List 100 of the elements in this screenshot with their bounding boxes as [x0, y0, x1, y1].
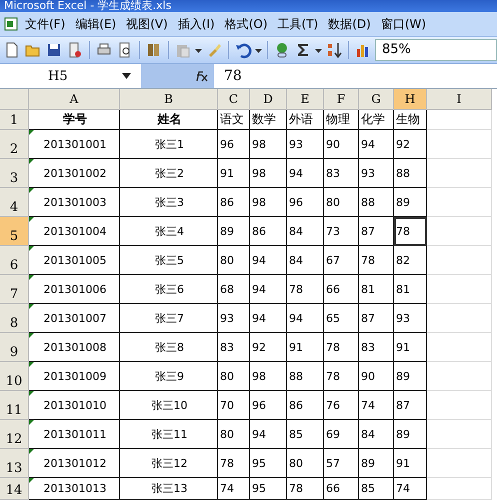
table-cell: 98: [250, 188, 287, 217]
error-indicator-icon: [29, 217, 34, 222]
table-cell: 94: [250, 246, 287, 275]
table-cell: 201301010: [29, 391, 120, 420]
empty-cell: [427, 478, 492, 500]
table-cell: 95: [250, 478, 287, 500]
table-cell: 74: [394, 478, 427, 500]
row-header[interactable]: 4: [0, 188, 29, 217]
menu-item[interactable]: 格式(O): [220, 14, 273, 34]
error-indicator-icon: [29, 478, 34, 483]
error-indicator-icon: [29, 275, 34, 280]
row-header[interactable]: 9: [0, 333, 29, 362]
row-header[interactable]: 12: [0, 420, 29, 449]
row-header[interactable]: 2: [0, 130, 29, 159]
table-cell: 张三3: [120, 188, 218, 217]
column-header[interactable]: H: [394, 89, 427, 110]
table-cell: 201301013: [29, 478, 120, 500]
row-header[interactable]: 3: [0, 159, 29, 188]
column-header[interactable]: G: [359, 89, 394, 110]
table-cell: 67: [324, 246, 359, 275]
table-cell: 78: [324, 333, 359, 362]
column-header[interactable]: I: [427, 89, 492, 110]
table-cell: 91: [287, 333, 324, 362]
table-cell: 92: [394, 130, 427, 159]
row-header[interactable]: 11: [0, 391, 29, 420]
table-cell: 张三6: [120, 275, 218, 304]
table-cell: 张三7: [120, 304, 218, 333]
table-cell: 82: [394, 246, 427, 275]
menu-item[interactable]: 窗口(W): [376, 14, 432, 34]
table-cell: 201301012: [29, 449, 120, 478]
empty-cell: [427, 420, 492, 449]
column-header[interactable]: B: [120, 89, 218, 110]
undo-icon[interactable]: [234, 41, 252, 59]
table-cell: 201301004: [29, 217, 120, 246]
empty-cell: [427, 188, 492, 217]
row-header[interactable]: 1: [0, 110, 29, 130]
empty-cell: [427, 110, 492, 130]
menu-item[interactable]: 工具(T): [272, 14, 324, 34]
empty-cell: [427, 246, 492, 275]
empty-cell: [427, 304, 492, 333]
table-cell: 94: [287, 159, 324, 188]
empty-cell: [427, 130, 492, 159]
table-cell: 201301002: [29, 159, 120, 188]
row-header[interactable]: 8: [0, 304, 29, 333]
table-cell: 92: [250, 333, 287, 362]
column-header[interactable]: D: [250, 89, 287, 110]
table-cell: 89: [394, 362, 427, 391]
row-header[interactable]: 13: [0, 449, 29, 478]
table-cell: 76: [324, 391, 359, 420]
error-indicator-icon: [29, 130, 34, 135]
table-cell: 89: [359, 449, 394, 478]
function-icon[interactable]: [194, 70, 208, 82]
column-header[interactable]: C: [218, 89, 250, 110]
table-cell: 数学: [250, 110, 287, 130]
row-header[interactable]: 14: [0, 478, 29, 500]
row-header[interactable]: 6: [0, 246, 29, 275]
table-cell: 85: [359, 478, 394, 500]
table-cell: 物理: [324, 110, 359, 130]
row-header[interactable]: 7: [0, 275, 29, 304]
table-cell: 93: [287, 130, 324, 159]
table-cell: 83: [218, 333, 250, 362]
error-indicator-icon: [29, 449, 34, 454]
column-header[interactable]: F: [324, 89, 359, 110]
table-cell: 张三5: [120, 246, 218, 275]
table-cell: 95: [250, 449, 287, 478]
row-header[interactable]: 10: [0, 362, 29, 391]
table-cell: 68: [218, 275, 250, 304]
table-cell: 88: [359, 188, 394, 217]
table-cell: 张三13: [120, 478, 218, 500]
table-cell: 94: [287, 304, 324, 333]
empty-cell: [427, 275, 492, 304]
error-indicator-icon: [29, 362, 34, 367]
column-header[interactable]: E: [287, 89, 324, 110]
menu-item[interactable]: 数据(D): [323, 14, 376, 34]
save-icon[interactable]: [45, 41, 63, 59]
row-header[interactable]: 5: [0, 217, 29, 246]
workbook-icon[interactable]: [2, 15, 20, 33]
table-cell: 69: [324, 420, 359, 449]
table-cell: 78: [218, 449, 250, 478]
formula-field[interactable]: 78: [214, 68, 242, 84]
table-cell: 80: [218, 420, 250, 449]
table-cell: 87: [394, 391, 427, 420]
empty-cell: [427, 449, 492, 478]
table-cell: 83: [324, 159, 359, 188]
column-header[interactable]: A: [29, 89, 120, 110]
table-cell: 78: [359, 246, 394, 275]
table-cell: 74: [218, 478, 250, 500]
table-cell: 张三10: [120, 391, 218, 420]
zoom-field[interactable]: 85%: [375, 39, 497, 61]
table-cell: 80: [218, 362, 250, 391]
menu-item[interactable]: 编辑(E): [70, 14, 122, 34]
sort-ascending-icon[interactable]: [325, 41, 343, 59]
menu-item[interactable]: 文件(F): [20, 14, 70, 34]
table-cell: 98: [250, 362, 287, 391]
dropdown-icon[interactable]: [122, 73, 131, 79]
table-cell: 84: [287, 246, 324, 275]
menu-item[interactable]: 插入(I): [172, 14, 220, 34]
table-cell: 201301003: [29, 188, 120, 217]
table-cell: 201301001: [29, 130, 120, 159]
menu-item[interactable]: 视图(V): [121, 14, 173, 34]
